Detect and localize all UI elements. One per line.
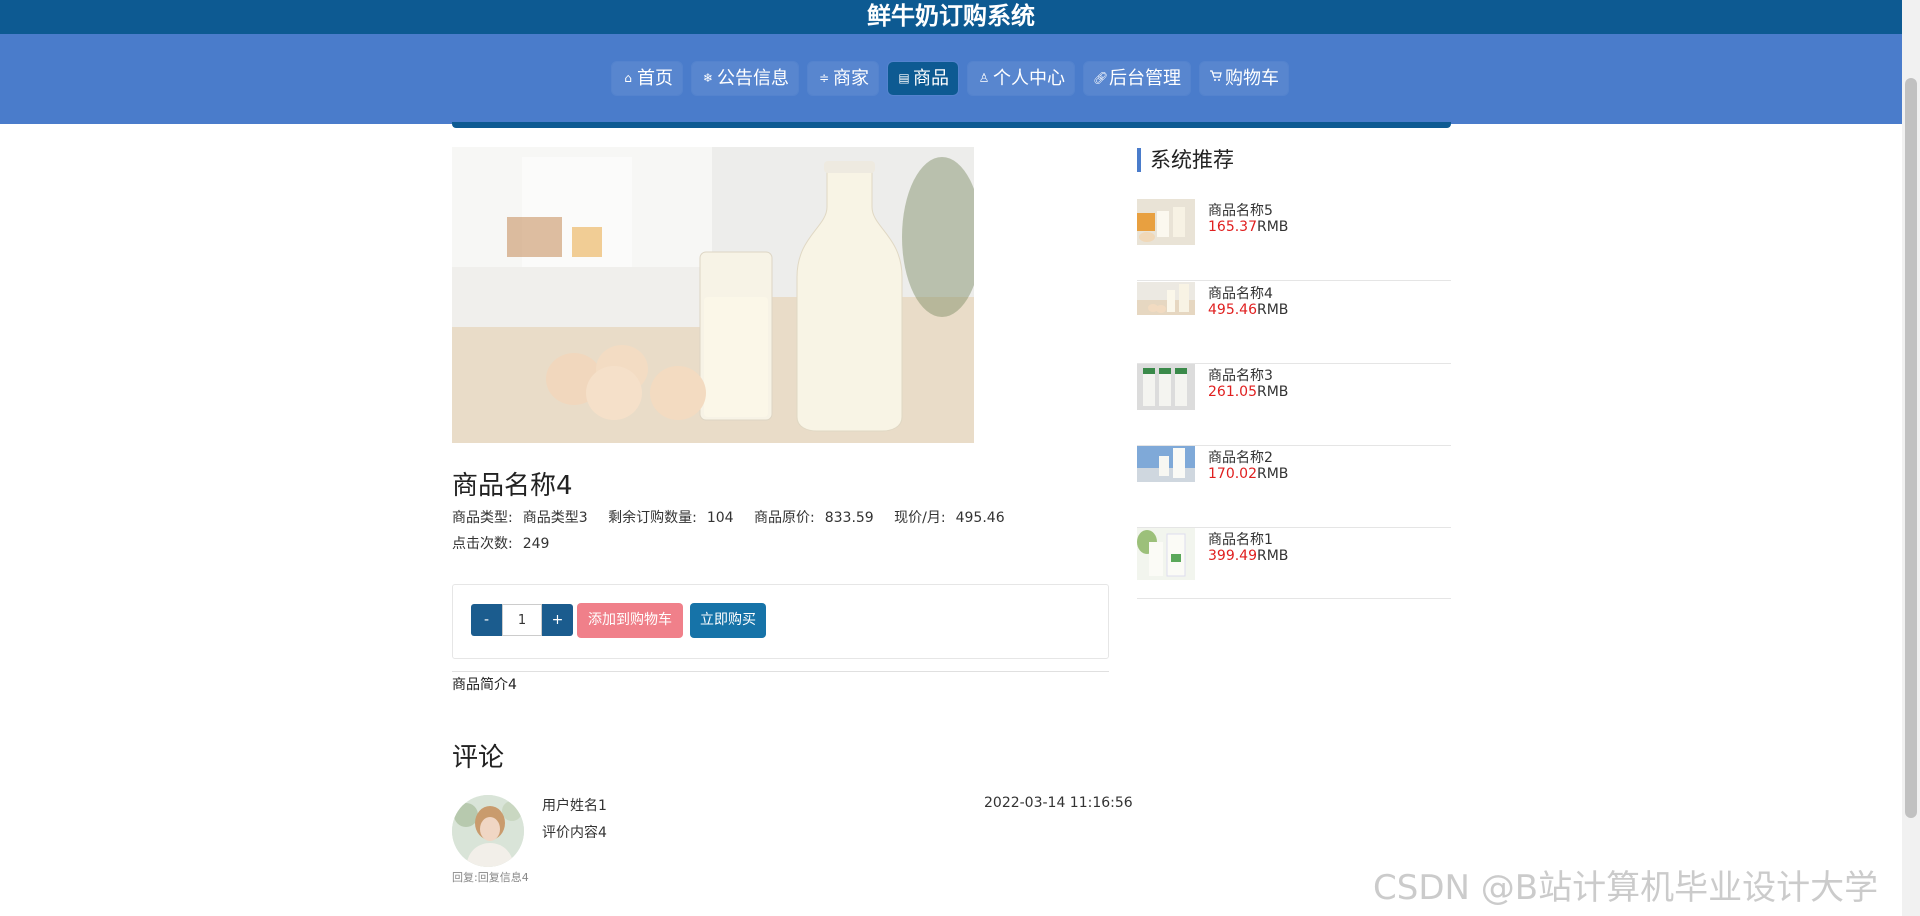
cart-icon [1209, 62, 1223, 95]
nav-item-home[interactable]: ⌂ 首页 [612, 62, 682, 95]
recommend-price-unit: RMB [1257, 466, 1289, 482]
watermark: CSDN @B站计算机毕业设计大学 [1373, 868, 1879, 908]
clicks-value: 249 [522, 536, 550, 552]
sliders-icon: ≑ [818, 71, 830, 85]
quantity-input[interactable] [502, 604, 542, 636]
stock-label: 剩余订购数量: [608, 510, 697, 526]
nav-item-merchants[interactable]: ≑ 商家 [808, 62, 878, 95]
comment-time: 2022-03-14 11:16:56 [984, 795, 1133, 811]
recommend-price-value: 170.02 [1208, 466, 1257, 482]
quantity-decrease-button[interactable]: - [471, 604, 502, 636]
recommend-thumbnail [1137, 446, 1195, 482]
recommend-item[interactable]: 商品名称2 170.02RMB [1137, 446, 1451, 528]
recommend-price: 165.37RMB [1208, 219, 1288, 235]
divider [452, 671, 1109, 672]
nav-item-cart[interactable]: 购物车 [1200, 62, 1288, 95]
recommend-price-unit: RMB [1257, 302, 1289, 318]
recommend-thumbnail [1137, 282, 1195, 315]
nav-item-profile[interactable]: ♙ 个人中心 [968, 62, 1074, 95]
product-intro: 商品简介4 [452, 677, 517, 693]
nav-item-label: 公告信息 [717, 68, 789, 89]
add-to-cart-button[interactable]: 添加到购物车 [577, 603, 683, 638]
link-icon: 🔗︎ [1093, 71, 1109, 85]
recommend-thumbnail [1137, 199, 1195, 245]
product-info-row: 商品类型: 商品类型3 剩余订购数量: 104 商品原价: 833.59 现价/月: 4… [452, 507, 1021, 527]
current-price-label: 现价/月: [894, 510, 946, 526]
current-price-value: 495.46 [955, 510, 1005, 526]
recommend-item[interactable]: 商品名称4 495.46RMB [1137, 282, 1451, 364]
recommend-item[interactable]: 商品名称3 261.05RMB [1137, 364, 1451, 446]
nav-bar: ⌂ 首页 ❄ 公告信息 ≑ 商家 ▤ 商品 ♙ 个人中心 🔗︎ 后台管理 购物车 [0, 34, 1902, 124]
comment-content: 评价内容4 [542, 825, 607, 841]
nav-list: ⌂ 首页 ❄ 公告信息 ≑ 商家 ▤ 商品 ♙ 个人中心 🔗︎ 后台管理 购物车 [612, 62, 1288, 95]
product-type-label: 商品类型: [452, 510, 513, 526]
scrollbar-thumb[interactable] [1905, 78, 1917, 818]
comment-user: 用户姓名1 [542, 798, 607, 814]
recommend-name: 商品名称3 [1208, 368, 1273, 384]
nav-item-admin[interactable]: 🔗︎ 后台管理 [1084, 62, 1190, 95]
recommend-price: 495.46RMB [1208, 302, 1288, 318]
purchase-box: - + 添加到购物车 立即购买 [452, 584, 1109, 659]
nav-item-label: 首页 [637, 68, 673, 89]
nav-item-label: 商家 [833, 68, 869, 89]
recommend-thumbnail [1137, 528, 1195, 580]
nav-item-products[interactable]: ▤ 商品 [888, 62, 958, 95]
nav-item-label: 个人中心 [993, 68, 1065, 89]
scrollbar[interactable] [1902, 0, 1920, 916]
nav-underline [452, 122, 1451, 128]
nav-item-label: 购物车 [1225, 68, 1279, 89]
recommend-thumbnail [1137, 364, 1195, 410]
recommend-item[interactable]: 商品名称1 399.49RMB [1137, 528, 1451, 599]
clicks-label: 点击次数: [452, 536, 513, 552]
nav-item-label: 后台管理 [1109, 68, 1181, 89]
comment-reply: 回复:回复信息4 [452, 871, 529, 884]
recommend-name: 商品名称2 [1208, 450, 1273, 466]
original-price-value: 833.59 [824, 510, 874, 526]
recommend-price-value: 261.05 [1208, 384, 1257, 400]
stock-value: 104 [706, 510, 734, 526]
recommend-price: 170.02RMB [1208, 466, 1288, 482]
recommend-price: 261.05RMB [1208, 384, 1288, 400]
quantity-increase-button[interactable]: + [542, 604, 573, 636]
home-icon: ⌂ [624, 71, 632, 85]
recommend-item[interactable]: 商品名称5 165.37RMB [1137, 199, 1451, 281]
recommend-price-unit: RMB [1257, 219, 1289, 235]
avatar [452, 795, 524, 867]
nav-item-announcements[interactable]: ❄ 公告信息 [692, 62, 798, 95]
recommend-name: 商品名称5 [1208, 203, 1273, 219]
recommend-name: 商品名称4 [1208, 286, 1273, 302]
recommend-price-value: 495.46 [1208, 302, 1257, 318]
product-info-row: 点击次数: 249 [452, 533, 565, 553]
original-price-label: 商品原价: [754, 510, 815, 526]
recommend-price-unit: RMB [1257, 548, 1289, 564]
recommend-price-value: 165.37 [1208, 219, 1257, 235]
sidebar-title: 系统推荐 [1137, 148, 1234, 172]
nav-item-label: 商品 [913, 68, 949, 89]
product-image [452, 147, 974, 443]
recommend-price-value: 399.49 [1208, 548, 1257, 564]
site-title: 鲜牛奶订购系统 [0, 0, 1902, 34]
snowflake-icon: ❄ [702, 71, 714, 85]
comments-title: 评论 [452, 743, 505, 773]
user-icon: ♙ [978, 71, 990, 85]
recommend-name: 商品名称1 [1208, 532, 1273, 548]
product-name: 商品名称4 [452, 471, 573, 501]
recommend-price: 399.49RMB [1208, 548, 1288, 564]
recommend-price-unit: RMB [1257, 384, 1289, 400]
product-type-value: 商品类型3 [522, 510, 588, 526]
document-icon: ▤ [898, 71, 910, 85]
buy-now-button[interactable]: 立即购买 [690, 603, 766, 638]
